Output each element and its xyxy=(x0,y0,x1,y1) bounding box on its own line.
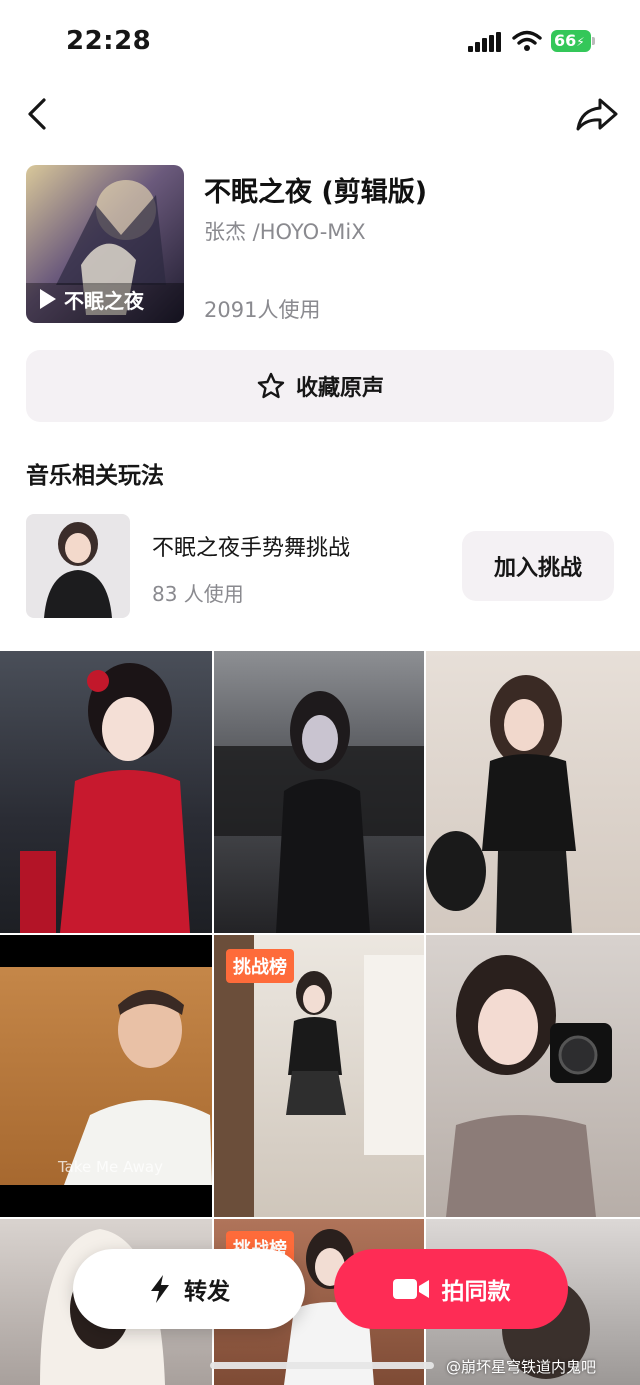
challenge-thumbnail-image xyxy=(26,514,130,618)
video-tile[interactable] xyxy=(426,651,640,933)
album-cover[interactable]: 不眠之夜 xyxy=(26,165,184,323)
shoot-same-button[interactable]: 拍同款 xyxy=(334,1249,568,1329)
song-title: 不眠之夜 (剪辑版) xyxy=(204,177,428,208)
back-button[interactable] xyxy=(22,94,56,134)
song-artist[interactable]: 张杰 /HOYO-MiX xyxy=(204,216,366,246)
share-button[interactable] xyxy=(574,94,620,134)
video-tile[interactable] xyxy=(214,651,424,933)
star-icon xyxy=(257,372,285,399)
status-time: 22:28 xyxy=(66,26,152,56)
video-camera-icon xyxy=(392,1279,429,1299)
favorite-sound-label: 收藏原声 xyxy=(295,376,384,401)
battery-cap xyxy=(592,37,595,45)
battery-level: 66 xyxy=(554,31,577,50)
forward-button[interactable]: 转发 xyxy=(73,1249,305,1329)
challenge-thumbnail[interactable] xyxy=(26,514,130,618)
cellular-signal-icon xyxy=(468,32,502,52)
video-thumbnail xyxy=(20,663,190,933)
challenge-use-count: 83 人使用 xyxy=(152,582,244,606)
home-indicator[interactable] xyxy=(210,1362,434,1369)
video-thumbnail xyxy=(426,675,576,933)
challenge-rank-badge: 挑战榜 xyxy=(226,949,294,983)
video-thumbnail xyxy=(446,955,612,1217)
challenge-title[interactable]: 不眠之夜手势舞挑战 xyxy=(152,530,350,562)
section-title: 音乐相关玩法 xyxy=(26,463,164,489)
video-tile[interactable] xyxy=(0,651,212,933)
watermark: @崩坏星穹铁道内鬼吧 xyxy=(446,1358,597,1376)
lightning-icon xyxy=(151,1275,169,1303)
video-caption-overlay: Take Me Away xyxy=(58,1158,163,1176)
video-tile[interactable] xyxy=(426,935,640,1217)
shoot-same-label: 拍同款 xyxy=(441,1279,511,1305)
song-use-count: 2091人使用 xyxy=(204,298,321,322)
favorite-sound-button[interactable]: 收藏原声 xyxy=(26,350,614,422)
video-thumbnail xyxy=(214,691,424,933)
forward-label: 转发 xyxy=(184,1279,230,1305)
battery-icon: 66⚡ xyxy=(551,30,591,52)
wifi-icon xyxy=(512,30,542,51)
cover-title: 不眠之夜 xyxy=(64,289,144,313)
join-challenge-button[interactable]: 加入挑战 xyxy=(462,531,614,601)
video-tile[interactable]: 挑战榜 xyxy=(214,935,424,1217)
